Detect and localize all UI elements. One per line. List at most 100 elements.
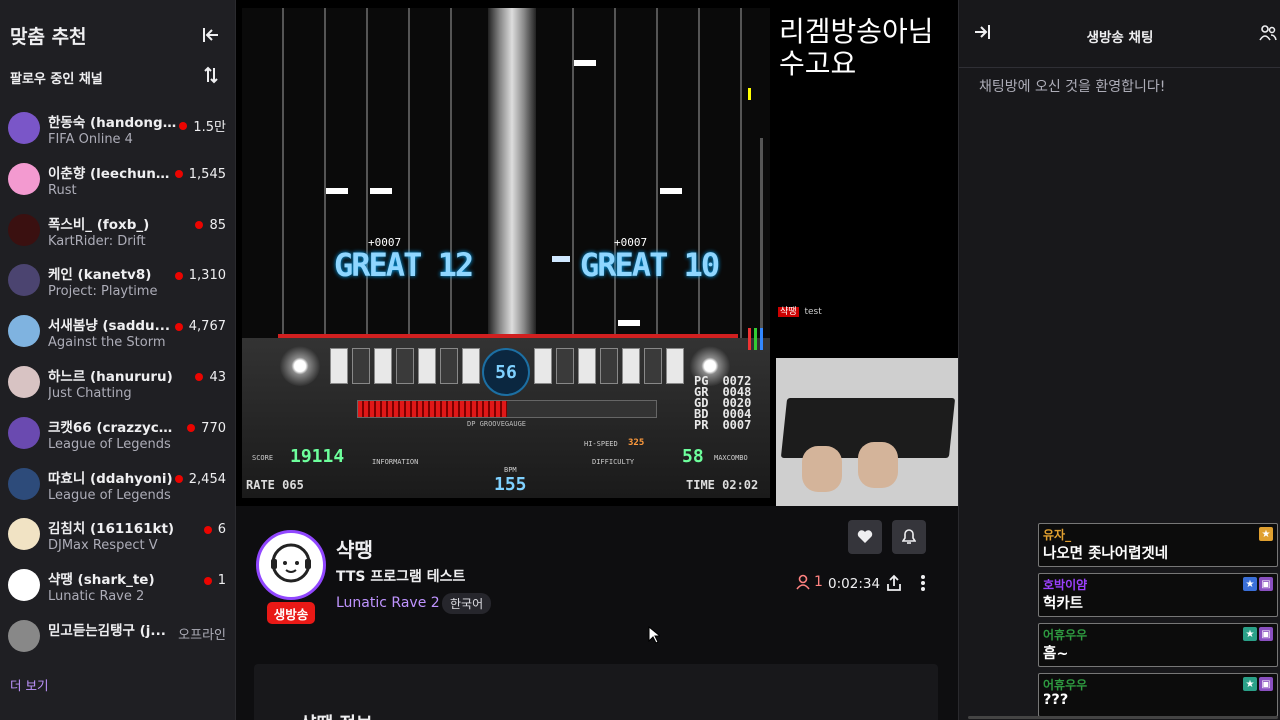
stream-title: TTS 프로그램 테스트 <box>336 569 466 585</box>
game-category-link[interactable]: Lunatic Rave 2 <box>336 595 440 611</box>
sidebar-channel-item[interactable]: 케인 (kanetv8) Project: Playtime 1,310 <box>0 256 236 307</box>
channel-name: 이춘향 (leechunh... <box>48 165 178 182</box>
viewer-count: 770 <box>187 421 226 436</box>
sidebar-channel-item[interactable]: 샥땡 (shark_te) Lunatic Rave 2 1 <box>0 561 236 612</box>
channel-game: DJMax Respect V <box>48 538 158 554</box>
community-users-icon[interactable] <box>1259 24 1277 46</box>
note <box>370 188 392 194</box>
about-panel: 샥땡 정보 <box>254 664 938 720</box>
overlay-chat-list: 유자_ ★ 나오면 좃나어렵겟네 호박이얌 ★ ▣ 헉카트 어휴우우 ★ ▣ 흠~ 어휴우우 ★ ▣??? <box>1038 523 1280 720</box>
note <box>326 188 348 194</box>
bpm-value: 155 <box>494 474 527 495</box>
live-dot-icon <box>174 475 183 484</box>
key-panel: 56 DP GROOVEGAUGE SCORE 19114 INFORMATIO… <box>242 338 770 498</box>
score-label: SCORE <box>252 454 274 462</box>
chat-username[interactable]: 어휴우우 <box>1043 676 1087 693</box>
overlay-caption: 리겜방송아님 수고요 <box>779 15 934 80</box>
live-dot-icon <box>195 221 204 230</box>
sidebar-channel-item[interactable]: 하느르 (hanururu) Just Chatting 43 <box>0 358 236 409</box>
user-badges: ★ ▣ <box>1243 677 1273 691</box>
followed-channels-heading: 팔로우 중인 채널 <box>10 72 103 87</box>
chat-title: 생방송 채팅 <box>1086 30 1154 46</box>
note <box>552 256 570 262</box>
video-chat-overlay: 샥땡 test <box>778 304 822 317</box>
note <box>618 320 640 326</box>
chat-username[interactable]: 호박이얌 <box>1043 576 1087 593</box>
chat-message-text: 나오면 좃나어렵겟네 <box>1043 546 1169 562</box>
hand-image <box>858 442 898 488</box>
chat-message: 유자_ ★ 나오면 좃나어렵겟네 <box>1038 523 1278 567</box>
follow-heart-button[interactable] <box>848 520 882 554</box>
note <box>660 188 682 194</box>
sidebar-channel-item[interactable]: 크캣66 (crazzycc... League of Legends 770 <box>0 409 236 460</box>
chat-overlay-user: 샥땡 <box>778 307 799 317</box>
collapse-sidebar-icon[interactable] <box>200 24 222 46</box>
viewer-count: 6 <box>203 522 226 537</box>
viewer-count: 1 <box>203 573 226 588</box>
judge-count-table: PG 0072 GR 0048 GD 0020 BD 0004 PR 0007 <box>694 375 751 431</box>
gift-badge-icon: ▣ <box>1259 577 1273 591</box>
chat-header: 생방송 채팅 <box>959 0 1280 68</box>
chat-username[interactable]: 유자_ <box>1043 526 1071 543</box>
viewer-count-value: 1 <box>814 574 823 590</box>
channel-game: Rust <box>48 182 77 198</box>
sort-icon[interactable] <box>201 64 221 86</box>
live-dot-icon <box>195 373 204 382</box>
turntable-left <box>280 346 320 386</box>
channel-name: 폭스비_ (foxb_) <box>48 216 150 233</box>
channel-game: Project: Playtime <box>48 284 158 300</box>
streamer-avatar[interactable] <box>256 530 326 600</box>
avatar <box>8 162 40 195</box>
viewer-count-value: 770 <box>201 420 226 436</box>
judge-count-row: PR 0007 <box>694 419 751 431</box>
live-dot-icon <box>179 121 188 130</box>
avatar <box>8 467 40 500</box>
video-player[interactable]: +0007 GREAT 12 +0007 GREAT 10 56 DP GROO… <box>236 0 958 506</box>
live-dot-icon <box>187 424 196 433</box>
share-icon <box>887 574 901 591</box>
rate-text: RATE 065 <box>246 478 304 492</box>
notification-bell-button[interactable] <box>892 520 926 554</box>
horizontal-scrollbar[interactable] <box>968 716 1278 719</box>
bpm-label: BPM <box>504 466 517 474</box>
chat-overlay-message: test <box>804 307 822 317</box>
sidebar-channel-item[interactable]: 믿고듣는김탱구 (j... 오프라인 <box>0 612 236 663</box>
sidebar-channel-item[interactable]: 한동숙 (handongs... FIFA Online 4 1.5만 <box>0 104 236 155</box>
chat-message: 어휴우우 ★ ▣??? <box>1038 673 1278 717</box>
viewer-count: 1,545 <box>174 167 226 182</box>
star-badge-icon: ★ <box>1243 627 1257 641</box>
channel-name: 김침치 (161161kt) <box>48 521 175 538</box>
chat-message: 어휴우우 ★ ▣ 흠~ <box>1038 623 1278 667</box>
viewer-count-value: 43 <box>209 369 226 385</box>
language-tag[interactable]: 한국어 <box>442 593 492 614</box>
judge-text-left: GREAT 12 <box>334 246 474 284</box>
sidebar-channel-item[interactable]: 김침치 (161161kt) DJMax Respect V 6 <box>0 510 236 561</box>
share-button[interactable] <box>883 570 905 596</box>
streamer-name[interactable]: 샥땡 <box>336 534 373 563</box>
note <box>574 60 596 66</box>
channel-game: Lunatic Rave 2 <box>48 589 145 605</box>
channel-name: 케인 (kanetv8) <box>48 267 152 284</box>
note-lanes <box>282 8 742 338</box>
chat-username[interactable]: 어휴우우 <box>1043 626 1087 643</box>
sidebar-channel-item[interactable]: 폭스비_ (foxb_) KartRider: Drift 85 <box>0 206 236 257</box>
channel-game: League of Legends <box>48 487 171 503</box>
sidebar-channel-item[interactable]: 서새봄냥 (saddu... Against the Storm 4,767 <box>0 307 236 358</box>
viewer-count: 1.5만 <box>179 116 226 135</box>
more-options-button[interactable] <box>912 570 934 596</box>
sidebar-channel-item[interactable]: 이춘향 (leechunh... Rust 1,545 <box>0 155 236 206</box>
maxcombo-value: 58 <box>682 446 704 467</box>
avatar <box>8 365 40 398</box>
channel-name: 서새봄냥 (saddu... <box>48 318 171 335</box>
game-screen: +0007 GREAT 12 +0007 GREAT 10 56 DP GROO… <box>242 8 770 498</box>
sidebar-channel-item[interactable]: 따효니 (ddahyoni) League of Legends 2,454 <box>0 460 236 511</box>
channel-game: FIFA Online 4 <box>48 132 133 147</box>
show-more-link[interactable]: 더 보기 <box>10 675 48 694</box>
user-badges: ★ <box>1259 527 1273 541</box>
maxcombo-label: MAXCOMBO <box>714 454 748 462</box>
webcam-feed <box>776 358 958 506</box>
chat-message-text: 흠~ <box>1043 646 1069 662</box>
gift-badge-icon: ▣ <box>1259 627 1273 641</box>
star-badge-icon: ★ <box>1243 577 1257 591</box>
star-badge-icon: ★ <box>1259 527 1273 541</box>
